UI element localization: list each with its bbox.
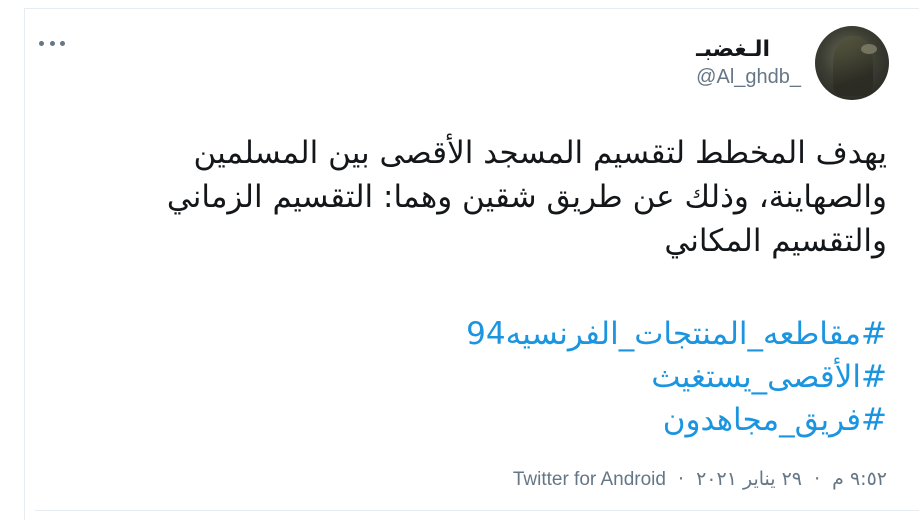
hashtag-link[interactable]: #الأقصى_يستغيث [67, 356, 887, 399]
meta-separator: · [814, 468, 821, 490]
author-display-name[interactable]: الـغضبـ [696, 36, 770, 64]
tweet-date[interactable]: ٢٩ يناير ٢٠٢١ [696, 468, 802, 490]
more-dot [49, 40, 55, 46]
profile-avatar[interactable] [815, 26, 889, 100]
author-names: الـغضبـ @Al_ghdb_ [696, 36, 801, 90]
divider [35, 510, 919, 511]
more-dot [60, 40, 65, 46]
hashtag-link[interactable]: #فريق_مجاهدون [67, 399, 887, 442]
hashtag-link[interactable]: #مقاطعه_المنتجات_الفرنسيه94 [67, 313, 887, 356]
tweet-metadata: ٩:٥٢ م · ٢٩ يناير ٢٠٢١ · Twitter for And… [513, 468, 887, 491]
avatar-highlight [861, 44, 877, 54]
tweet-card: الـغضبـ @Al_ghdb_ يهدف المخطط لتقسيم الم… [24, 8, 919, 520]
tweet-text-line: يهدف المخطط لتقسيم المسجد الأقصى بين الم… [193, 135, 887, 171]
meta-separator: · [678, 468, 685, 490]
author-handle[interactable]: @Al_ghdb_ [696, 64, 801, 90]
tweet-header: الـغضبـ @Al_ghdb_ [696, 25, 889, 101]
tweet-text: يهدف المخطط لتقسيم المسجد الأقصى بين الم… [67, 131, 887, 263]
more-dot [39, 40, 44, 46]
tweet-text-line: والصهاينة، وذلك عن طريق شقين وهما: التقس… [166, 179, 887, 215]
more-horizontal-icon[interactable] [39, 33, 65, 53]
hashtag-list: #مقاطعه_المنتجات_الفرنسيه94 #الأقصى_يستغ… [67, 313, 887, 442]
tweet-time[interactable]: ٩:٥٢ م [832, 468, 887, 490]
tweet-source[interactable]: Twitter for Android [513, 469, 666, 490]
tweet-text-line: والتقسيم المكاني [664, 223, 887, 259]
